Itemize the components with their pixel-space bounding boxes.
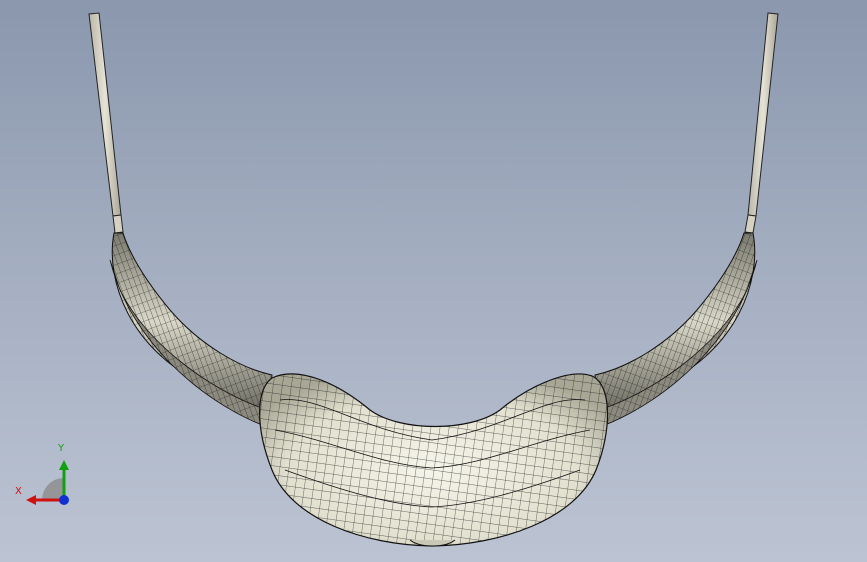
- left-strap[interactable]: [109, 232, 273, 426]
- mesh-model[interactable]: [0, 0, 867, 562]
- left-rod[interactable]: [88, 12, 124, 234]
- y-axis-label: Y: [58, 443, 65, 454]
- graphics-viewport[interactable]: X Y: [0, 0, 867, 562]
- center-pad[interactable]: [259, 373, 609, 547]
- x-axis-label: X: [15, 486, 22, 497]
- right-rod[interactable]: [744, 12, 779, 234]
- triad-icon: [26, 460, 69, 505]
- axis-triad: X Y: [12, 440, 82, 510]
- right-strap[interactable]: [594, 232, 758, 426]
